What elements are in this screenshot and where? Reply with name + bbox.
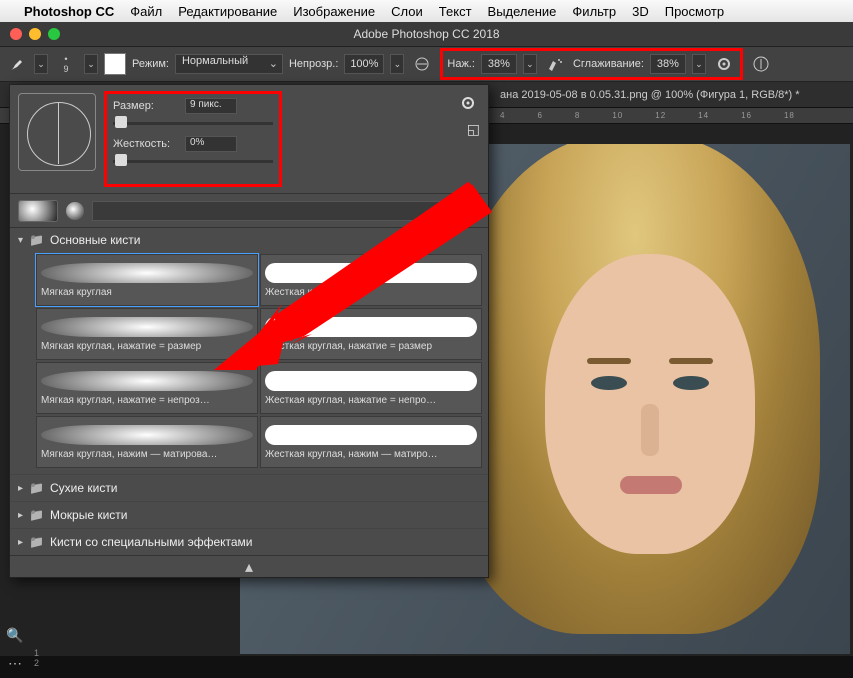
- brush-angle-control[interactable]: [18, 93, 96, 171]
- chevron-right-icon: ▸: [18, 510, 23, 521]
- highlight-pressure-smoothing: Наж.: 38% ⌄ Сглаживание: 38% ⌄: [440, 48, 743, 80]
- panel-settings-icon[interactable]: [456, 91, 480, 115]
- brush-preset-panel: Размер: 9 пикс. Жесткость: 0% ◱ ▾: [9, 84, 489, 578]
- brush-preset[interactable]: Мягкая круглая, нажатие = размер: [36, 308, 258, 360]
- size-slider[interactable]: [113, 116, 273, 130]
- size-value[interactable]: 9 пикс.: [185, 98, 237, 114]
- brush-grid: Мягкая круглая Жесткая круглая Мягкая кр…: [10, 252, 488, 474]
- zoom-tool-icon[interactable]: 🔍: [2, 622, 28, 648]
- window-title: Adobe Photoshop CC 2018: [0, 27, 853, 41]
- menu-edit[interactable]: Редактирование: [178, 4, 277, 19]
- smoothing-dropdown[interactable]: ⌄: [692, 54, 706, 74]
- brush-preset[interactable]: Жесткая круглая, нажатие = размер: [260, 308, 482, 360]
- menu-image[interactable]: Изображение: [293, 4, 375, 19]
- workspace: Размер: 9 пикс. Жесткость: 0% ◱ ▾: [0, 124, 853, 656]
- menu-view[interactable]: Просмотр: [665, 4, 724, 19]
- menu-3d[interactable]: 3D: [632, 4, 649, 19]
- pressure-dropdown[interactable]: ⌄: [523, 54, 537, 74]
- hardness-slider[interactable]: [113, 154, 273, 168]
- more-tools-icon[interactable]: ⋯: [2, 650, 28, 676]
- options-bar: ⌄ •9 ⌄ Режим: Нормальный Непрозр.: 100% …: [0, 46, 853, 82]
- opacity-dropdown[interactable]: ⌄: [390, 54, 404, 74]
- portrait-face: [545, 254, 755, 554]
- brush-preview-icon[interactable]: •9: [54, 54, 78, 74]
- folder-special-brushes[interactable]: ▸ Кисти со специальными эффектами: [10, 528, 488, 555]
- brush-preset[interactable]: Жесткая круглая, нажатие = непро…: [260, 362, 482, 414]
- panel-resize-handle[interactable]: ▴: [10, 555, 488, 577]
- brush-preset[interactable]: Мягкая круглая, нажим — матирова…: [36, 416, 258, 468]
- opacity-label: Непрозр.:: [289, 58, 338, 70]
- menu-text[interactable]: Текст: [439, 4, 472, 19]
- brush-preset[interactable]: Жесткая круглая: [260, 254, 482, 306]
- pressure-label: Наж.:: [447, 58, 475, 70]
- folder-dry-brushes[interactable]: ▸ Сухие кисти: [10, 474, 488, 501]
- brush-search-input[interactable]: [92, 201, 480, 221]
- folder-wet-brushes[interactable]: ▸ Мокрые кисти: [10, 501, 488, 528]
- highlight-size-hardness: Размер: 9 пикс. Жесткость: 0%: [104, 91, 282, 187]
- blend-mode-select[interactable]: Нормальный: [175, 54, 283, 74]
- menubar-app[interactable]: Photoshop CC: [24, 4, 114, 19]
- smoothing-label: Сглаживание:: [573, 58, 644, 70]
- chevron-right-icon: ▸: [18, 483, 23, 494]
- tool-preset-dropdown[interactable]: ⌄: [34, 54, 48, 74]
- layer-indicator: 12: [34, 648, 39, 668]
- menu-layers[interactable]: Слои: [391, 4, 423, 19]
- mode-label: Режим:: [132, 58, 169, 70]
- menu-select[interactable]: Выделение: [488, 4, 557, 19]
- opacity-value[interactable]: 100%: [344, 54, 384, 74]
- chevron-right-icon: ▸: [18, 537, 23, 548]
- smoothing-value[interactable]: 38%: [650, 54, 686, 74]
- airbrush-icon[interactable]: [543, 52, 567, 76]
- pressure-opacity-icon[interactable]: [410, 52, 434, 76]
- menu-filter[interactable]: Фильтр: [572, 4, 616, 19]
- chevron-down-icon: ▾: [18, 235, 23, 246]
- macos-menubar: Photoshop CC Файл Редактирование Изображ…: [0, 0, 853, 22]
- hardness-label: Жесткость:: [113, 138, 185, 150]
- brush-panel-toggle-icon[interactable]: [104, 53, 126, 75]
- tools-strip: 🔍 ⋯: [2, 622, 32, 678]
- folder-icon: [29, 481, 44, 495]
- folder-main-brushes[interactable]: ▾ Основные кисти: [10, 228, 488, 252]
- folder-icon: [29, 508, 44, 522]
- menu-file[interactable]: Файл: [130, 4, 162, 19]
- folder-icon: [29, 233, 44, 247]
- panel-new-window-icon[interactable]: ◱: [467, 121, 480, 138]
- brush-picker-dropdown[interactable]: ⌄: [84, 54, 98, 74]
- hardness-value[interactable]: 0%: [185, 136, 237, 152]
- pressure-value[interactable]: 38%: [481, 54, 517, 74]
- size-label: Размер:: [113, 100, 185, 112]
- smoothing-settings-icon[interactable]: [712, 52, 736, 76]
- brush-tool-icon[interactable]: [6, 53, 28, 75]
- folder-icon: [29, 535, 44, 549]
- window-titlebar: Adobe Photoshop CC 2018: [0, 22, 853, 46]
- brush-tip-preview: [66, 202, 84, 220]
- pressure-size-icon[interactable]: [749, 52, 773, 76]
- folder-label: Основные кисти: [50, 233, 140, 247]
- brush-preset[interactable]: Мягкая круглая: [36, 254, 258, 306]
- current-brush-preview[interactable]: [18, 200, 58, 222]
- brush-preset[interactable]: Жесткая круглая, нажим — матиро…: [260, 416, 482, 468]
- brush-preset[interactable]: Мягкая круглая, нажатие = непроз…: [36, 362, 258, 414]
